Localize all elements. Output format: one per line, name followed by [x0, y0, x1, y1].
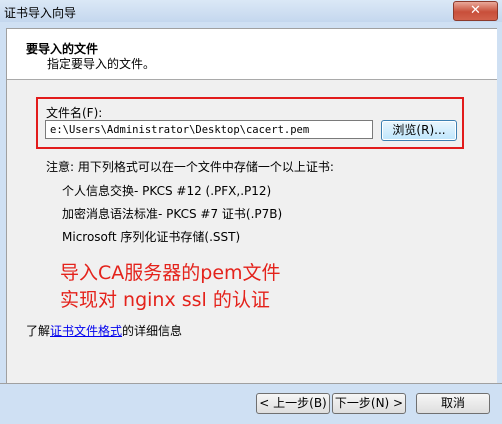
- bottom-separator: [0, 383, 502, 384]
- window-title: 证书导入向导: [4, 6, 77, 20]
- certificate-import-wizard-window: 证书导入向导 ✕ 要导入的文件 指定要导入的文件。 文件名(F): e:\Use…: [0, 0, 502, 424]
- file-name-label: 文件名(F):: [46, 106, 103, 120]
- certificate-formats-link[interactable]: 证书文件格式: [50, 324, 122, 338]
- format-item: Microsoft 序列化证书存储(.SST): [62, 230, 241, 244]
- browse-button[interactable]: 浏览(R)...: [381, 120, 457, 141]
- annotation-line: 实现对 nginx ssl 的认证: [60, 289, 270, 311]
- learn-more-prefix: 了解: [26, 324, 51, 338]
- page-subtitle: 指定要导入的文件。: [47, 57, 156, 71]
- close-icon: ✕: [470, 3, 481, 18]
- learn-more-suffix: 的详细信息: [122, 324, 183, 338]
- format-item: 加密消息语法标准- PKCS #7 证书(.P7B): [62, 207, 283, 221]
- close-button[interactable]: ✕: [453, 1, 498, 21]
- title-bar[interactable]: 证书导入向导 ✕: [0, 0, 502, 22]
- note-text: 注意: 用下列格式可以在一个文件中存储一个以上证书:: [46, 160, 334, 174]
- wizard-header: 要导入的文件 指定要导入的文件。: [7, 29, 497, 80]
- file-name-input[interactable]: e:\Users\Administrator\Desktop\cacert.pe…: [45, 120, 373, 139]
- learn-more-text: 了解证书文件格式的详细信息: [26, 322, 182, 339]
- annotation-line: 导入CA服务器的pem文件: [60, 262, 281, 284]
- format-item: 个人信息交换- PKCS #12 (.PFX,.P12): [62, 184, 272, 198]
- cancel-button[interactable]: 取消: [416, 393, 490, 414]
- next-button[interactable]: 下一步(N) >: [332, 393, 406, 414]
- back-button[interactable]: < 上一步(B): [256, 393, 330, 414]
